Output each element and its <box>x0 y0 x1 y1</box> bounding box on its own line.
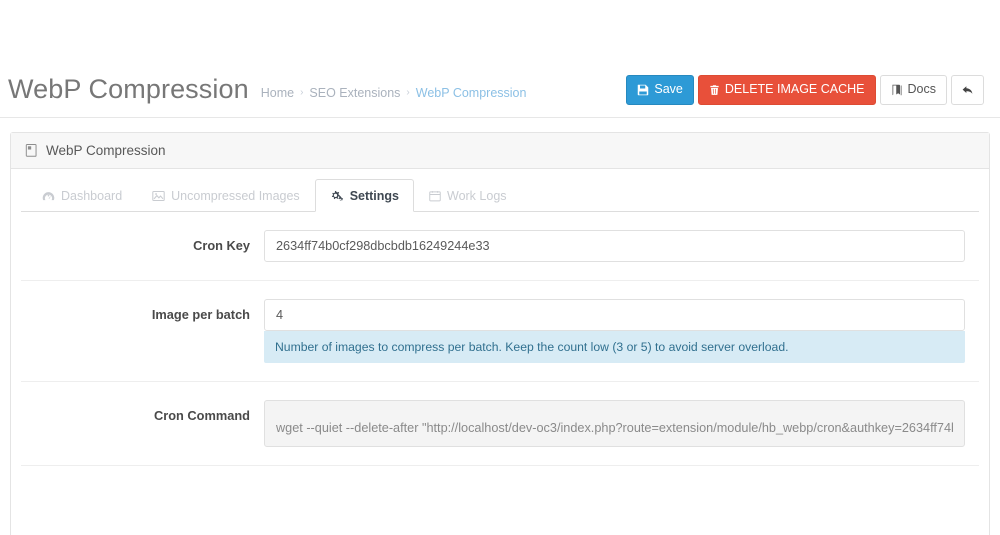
delete-image-cache-button-label: DELETE IMAGE CACHE <box>724 82 865 97</box>
header-actions: Save DELETE IMAGE CACHE Docs <box>626 74 984 105</box>
page-root: WebP Compression Home › SEO Extensions ›… <box>0 0 1000 535</box>
breadcrumb-separator-icon: › <box>406 87 410 98</box>
image-per-batch-field-wrap: Number of images to compress per batch. … <box>264 299 979 364</box>
breadcrumb-item-seo-extensions[interactable]: SEO Extensions <box>309 86 400 100</box>
book-icon <box>891 84 903 96</box>
top-blank-strip <box>0 0 1000 62</box>
tab-dashboard-label: Dashboard <box>61 189 123 203</box>
file-icon <box>25 143 38 158</box>
cron-command-field-wrap <box>264 400 979 448</box>
save-button-label: Save <box>654 82 683 97</box>
docs-button[interactable]: Docs <box>879 74 947 105</box>
breadcrumb-item-webp-compression[interactable]: WebP Compression <box>416 86 527 100</box>
save-icon <box>637 84 649 96</box>
tab-uncompressed-images[interactable]: Uncompressed Images <box>137 179 315 212</box>
form-row-cron-key: Cron Key <box>21 212 979 281</box>
panel-body: Dashboard Uncompressed Images Settings W… <box>11 169 989 467</box>
cogs-icon <box>330 190 344 202</box>
delete-image-cache-button[interactable]: DELETE IMAGE CACHE <box>697 74 876 105</box>
tab-settings[interactable]: Settings <box>314 179 414 212</box>
page-title: WebP Compression <box>8 74 249 104</box>
image-per-batch-input[interactable] <box>264 299 965 331</box>
cron-command-input[interactable] <box>264 400 965 448</box>
panel-heading-label: WebP Compression <box>46 143 166 158</box>
docs-button-label: Docs <box>907 82 936 97</box>
calendar-icon <box>429 190 441 202</box>
form-row-image-per-batch: Image per batch Number of images to comp… <box>21 281 979 383</box>
trash-icon <box>709 84 720 96</box>
cron-key-input[interactable] <box>264 230 965 262</box>
settings-form: Cron Key Image per batch Number of image… <box>21 212 979 467</box>
cron-key-field-wrap <box>264 230 979 262</box>
tab-work-logs-label: Work Logs <box>447 189 507 203</box>
save-button[interactable]: Save <box>626 74 694 105</box>
back-button[interactable] <box>951 74 984 105</box>
panel-heading: WebP Compression <box>11 133 989 169</box>
main-panel: WebP Compression Dashboard Uncompressed … <box>10 132 990 535</box>
form-row-cron-command: Cron Command <box>21 382 979 467</box>
tab-settings-label: Settings <box>349 188 399 203</box>
breadcrumb-item-home[interactable]: Home <box>261 86 294 100</box>
cron-key-label: Cron Key <box>193 238 250 253</box>
reply-arrow-icon <box>961 84 974 96</box>
dashboard-icon <box>42 191 55 202</box>
image-per-batch-help-text: Number of images to compress per batch. … <box>264 331 965 364</box>
breadcrumb: Home › SEO Extensions › WebP Compression <box>261 80 527 100</box>
breadcrumb-separator-icon: › <box>300 87 304 98</box>
tab-work-logs[interactable]: Work Logs <box>414 179 522 212</box>
tab-uncompressed-images-label: Uncompressed Images <box>171 189 300 203</box>
page-header: WebP Compression Home › SEO Extensions ›… <box>0 62 1000 118</box>
tab-dashboard[interactable]: Dashboard <box>27 179 137 212</box>
image-per-batch-label: Image per batch <box>151 307 250 322</box>
cron-command-label: Cron Command <box>154 408 250 424</box>
tab-bar: Dashboard Uncompressed Images Settings W… <box>21 179 979 212</box>
image-icon <box>152 190 165 202</box>
